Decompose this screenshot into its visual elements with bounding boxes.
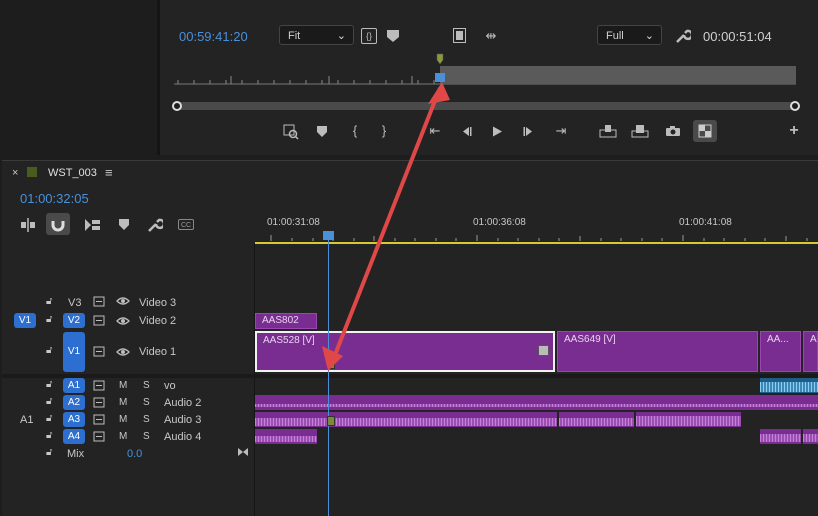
annotation-arrow	[322, 82, 450, 371]
